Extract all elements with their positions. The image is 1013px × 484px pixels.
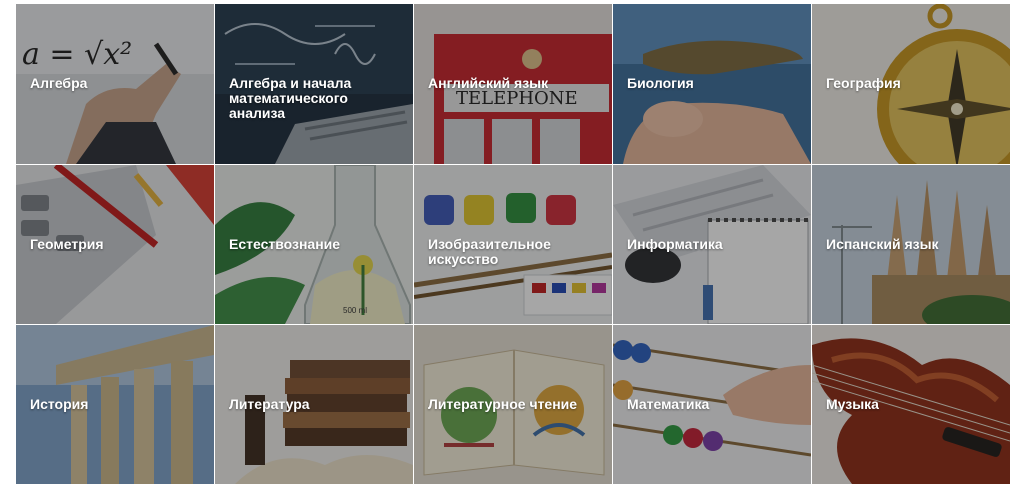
subject-label: Испанский язык [826, 236, 939, 252]
subjects-grid: a = √x² Алгебра Алгебра и начала математ… [16, 4, 1010, 484]
subject-label: Музыка [826, 396, 879, 412]
subject-label: История [30, 396, 89, 412]
subject-tile-english[interactable]: TELEPHONE Английский язык [414, 4, 612, 164]
subject-tile-biology[interactable]: Биология [613, 4, 811, 164]
subject-tile-music[interactable]: Музыка [812, 325, 1010, 484]
subject-label: Изобразительное искусство [428, 236, 551, 267]
subject-label: География [826, 75, 901, 91]
subject-tile-literature[interactable]: Литература [215, 325, 413, 484]
subject-tile-mathematics[interactable]: Математика [613, 325, 811, 484]
subject-label: Биология [627, 75, 694, 91]
subject-label: Математика [627, 396, 710, 412]
subject-label: Алгебра [30, 75, 88, 91]
subject-label: Литература [229, 396, 310, 412]
subject-tile-spanish[interactable]: Испанский язык [812, 165, 1010, 324]
subject-tile-history[interactable]: История [16, 325, 214, 484]
subject-tile-algebra[interactable]: a = √x² Алгебра [16, 4, 214, 164]
subject-label: Литературное чтение [428, 396, 578, 412]
subject-tile-reading[interactable]: Литературное чтение [414, 325, 612, 484]
subject-label: Информатика [627, 236, 723, 252]
subject-label: Алгебра и начала математического анализа [229, 75, 352, 121]
subject-tile-natural-science[interactable]: 500 ml Естествознание [215, 165, 413, 324]
subject-tile-fine-art[interactable]: Изобразительное искусство [414, 165, 612, 324]
subject-tile-calculus[interactable]: Алгебра и начала математического анализа [215, 4, 413, 164]
subject-label: Естествознание [229, 236, 341, 252]
subject-label: Геометрия [30, 236, 104, 252]
subject-tile-geography[interactable]: География [812, 4, 1010, 164]
subject-label: Английский язык [428, 75, 549, 91]
subject-tile-informatics[interactable]: Информатика [613, 165, 811, 324]
subject-tile-geometry[interactable]: Геометрия [16, 165, 214, 324]
